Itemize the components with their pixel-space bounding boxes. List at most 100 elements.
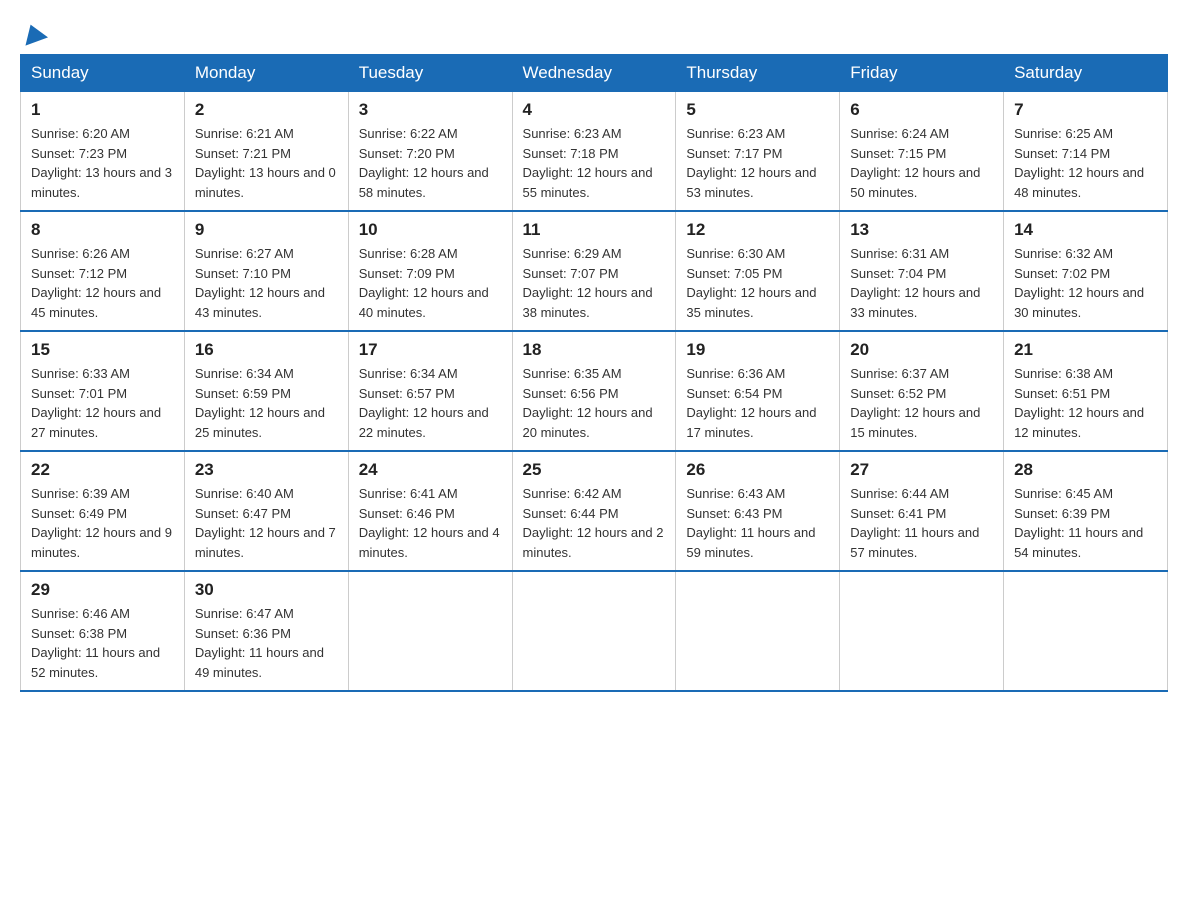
calendar-cell: 18 Sunrise: 6:35 AMSunset: 6:56 PMDaylig… (512, 331, 676, 451)
calendar-cell: 29 Sunrise: 6:46 AMSunset: 6:38 PMDaylig… (21, 571, 185, 691)
day-number: 8 (31, 220, 174, 240)
calendar-cell: 16 Sunrise: 6:34 AMSunset: 6:59 PMDaylig… (184, 331, 348, 451)
column-header-sunday: Sunday (21, 55, 185, 92)
calendar-cell: 21 Sunrise: 6:38 AMSunset: 6:51 PMDaylig… (1004, 331, 1168, 451)
calendar-cell: 9 Sunrise: 6:27 AMSunset: 7:10 PMDayligh… (184, 211, 348, 331)
day-info: Sunrise: 6:43 AMSunset: 6:43 PMDaylight:… (686, 486, 815, 560)
logo-triangle-icon (20, 20, 48, 48)
calendar-week-row: 29 Sunrise: 6:46 AMSunset: 6:38 PMDaylig… (21, 571, 1168, 691)
day-number: 11 (523, 220, 666, 240)
calendar-week-row: 1 Sunrise: 6:20 AMSunset: 7:23 PMDayligh… (21, 92, 1168, 212)
column-header-friday: Friday (840, 55, 1004, 92)
day-number: 6 (850, 100, 993, 120)
calendar-cell: 4 Sunrise: 6:23 AMSunset: 7:18 PMDayligh… (512, 92, 676, 212)
calendar-cell: 2 Sunrise: 6:21 AMSunset: 7:21 PMDayligh… (184, 92, 348, 212)
day-info: Sunrise: 6:41 AMSunset: 6:46 PMDaylight:… (359, 486, 500, 560)
calendar-table: SundayMondayTuesdayWednesdayThursdayFrid… (20, 54, 1168, 692)
day-info: Sunrise: 6:27 AMSunset: 7:10 PMDaylight:… (195, 246, 325, 320)
calendar-cell (512, 571, 676, 691)
day-number: 24 (359, 460, 502, 480)
day-info: Sunrise: 6:24 AMSunset: 7:15 PMDaylight:… (850, 126, 980, 200)
calendar-cell: 17 Sunrise: 6:34 AMSunset: 6:57 PMDaylig… (348, 331, 512, 451)
day-info: Sunrise: 6:31 AMSunset: 7:04 PMDaylight:… (850, 246, 980, 320)
day-number: 19 (686, 340, 829, 360)
day-number: 12 (686, 220, 829, 240)
day-number: 3 (359, 100, 502, 120)
calendar-week-row: 8 Sunrise: 6:26 AMSunset: 7:12 PMDayligh… (21, 211, 1168, 331)
day-number: 14 (1014, 220, 1157, 240)
day-number: 16 (195, 340, 338, 360)
day-info: Sunrise: 6:21 AMSunset: 7:21 PMDaylight:… (195, 126, 336, 200)
day-info: Sunrise: 6:20 AMSunset: 7:23 PMDaylight:… (31, 126, 172, 200)
calendar-week-row: 22 Sunrise: 6:39 AMSunset: 6:49 PMDaylig… (21, 451, 1168, 571)
calendar-cell: 10 Sunrise: 6:28 AMSunset: 7:09 PMDaylig… (348, 211, 512, 331)
day-info: Sunrise: 6:32 AMSunset: 7:02 PMDaylight:… (1014, 246, 1144, 320)
day-number: 13 (850, 220, 993, 240)
day-number: 18 (523, 340, 666, 360)
day-number: 4 (523, 100, 666, 120)
day-number: 22 (31, 460, 174, 480)
day-number: 20 (850, 340, 993, 360)
column-header-tuesday: Tuesday (348, 55, 512, 92)
calendar-cell: 3 Sunrise: 6:22 AMSunset: 7:20 PMDayligh… (348, 92, 512, 212)
calendar-cell: 24 Sunrise: 6:41 AMSunset: 6:46 PMDaylig… (348, 451, 512, 571)
day-info: Sunrise: 6:35 AMSunset: 6:56 PMDaylight:… (523, 366, 653, 440)
column-header-monday: Monday (184, 55, 348, 92)
day-number: 25 (523, 460, 666, 480)
calendar-cell: 5 Sunrise: 6:23 AMSunset: 7:17 PMDayligh… (676, 92, 840, 212)
calendar-cell: 27 Sunrise: 6:44 AMSunset: 6:41 PMDaylig… (840, 451, 1004, 571)
page-header (20, 20, 1168, 44)
calendar-cell: 12 Sunrise: 6:30 AMSunset: 7:05 PMDaylig… (676, 211, 840, 331)
calendar-cell: 8 Sunrise: 6:26 AMSunset: 7:12 PMDayligh… (21, 211, 185, 331)
day-number: 5 (686, 100, 829, 120)
column-header-thursday: Thursday (676, 55, 840, 92)
calendar-cell: 20 Sunrise: 6:37 AMSunset: 6:52 PMDaylig… (840, 331, 1004, 451)
day-info: Sunrise: 6:34 AMSunset: 6:57 PMDaylight:… (359, 366, 489, 440)
calendar-cell: 7 Sunrise: 6:25 AMSunset: 7:14 PMDayligh… (1004, 92, 1168, 212)
calendar-week-row: 15 Sunrise: 6:33 AMSunset: 7:01 PMDaylig… (21, 331, 1168, 451)
day-info: Sunrise: 6:36 AMSunset: 6:54 PMDaylight:… (686, 366, 816, 440)
calendar-cell (676, 571, 840, 691)
day-number: 29 (31, 580, 174, 600)
calendar-cell (1004, 571, 1168, 691)
day-number: 15 (31, 340, 174, 360)
calendar-cell: 15 Sunrise: 6:33 AMSunset: 7:01 PMDaylig… (21, 331, 185, 451)
logo (20, 20, 48, 44)
day-number: 30 (195, 580, 338, 600)
day-info: Sunrise: 6:38 AMSunset: 6:51 PMDaylight:… (1014, 366, 1144, 440)
calendar-cell: 1 Sunrise: 6:20 AMSunset: 7:23 PMDayligh… (21, 92, 185, 212)
day-number: 7 (1014, 100, 1157, 120)
day-info: Sunrise: 6:26 AMSunset: 7:12 PMDaylight:… (31, 246, 161, 320)
calendar-cell: 6 Sunrise: 6:24 AMSunset: 7:15 PMDayligh… (840, 92, 1004, 212)
day-number: 17 (359, 340, 502, 360)
day-number: 2 (195, 100, 338, 120)
calendar-cell (348, 571, 512, 691)
column-header-wednesday: Wednesday (512, 55, 676, 92)
day-number: 23 (195, 460, 338, 480)
calendar-cell: 28 Sunrise: 6:45 AMSunset: 6:39 PMDaylig… (1004, 451, 1168, 571)
calendar-cell: 11 Sunrise: 6:29 AMSunset: 7:07 PMDaylig… (512, 211, 676, 331)
day-info: Sunrise: 6:30 AMSunset: 7:05 PMDaylight:… (686, 246, 816, 320)
day-info: Sunrise: 6:28 AMSunset: 7:09 PMDaylight:… (359, 246, 489, 320)
day-info: Sunrise: 6:40 AMSunset: 6:47 PMDaylight:… (195, 486, 336, 560)
day-number: 28 (1014, 460, 1157, 480)
calendar-cell (840, 571, 1004, 691)
day-info: Sunrise: 6:29 AMSunset: 7:07 PMDaylight:… (523, 246, 653, 320)
day-info: Sunrise: 6:25 AMSunset: 7:14 PMDaylight:… (1014, 126, 1144, 200)
column-header-saturday: Saturday (1004, 55, 1168, 92)
calendar-cell: 23 Sunrise: 6:40 AMSunset: 6:47 PMDaylig… (184, 451, 348, 571)
day-info: Sunrise: 6:44 AMSunset: 6:41 PMDaylight:… (850, 486, 979, 560)
day-info: Sunrise: 6:22 AMSunset: 7:20 PMDaylight:… (359, 126, 489, 200)
calendar-cell: 22 Sunrise: 6:39 AMSunset: 6:49 PMDaylig… (21, 451, 185, 571)
day-number: 27 (850, 460, 993, 480)
day-info: Sunrise: 6:45 AMSunset: 6:39 PMDaylight:… (1014, 486, 1143, 560)
calendar-cell: 14 Sunrise: 6:32 AMSunset: 7:02 PMDaylig… (1004, 211, 1168, 331)
calendar-cell: 13 Sunrise: 6:31 AMSunset: 7:04 PMDaylig… (840, 211, 1004, 331)
calendar-cell: 30 Sunrise: 6:47 AMSunset: 6:36 PMDaylig… (184, 571, 348, 691)
calendar-cell: 25 Sunrise: 6:42 AMSunset: 6:44 PMDaylig… (512, 451, 676, 571)
day-info: Sunrise: 6:33 AMSunset: 7:01 PMDaylight:… (31, 366, 161, 440)
day-info: Sunrise: 6:47 AMSunset: 6:36 PMDaylight:… (195, 606, 324, 680)
day-number: 1 (31, 100, 174, 120)
calendar-cell: 26 Sunrise: 6:43 AMSunset: 6:43 PMDaylig… (676, 451, 840, 571)
day-info: Sunrise: 6:23 AMSunset: 7:17 PMDaylight:… (686, 126, 816, 200)
